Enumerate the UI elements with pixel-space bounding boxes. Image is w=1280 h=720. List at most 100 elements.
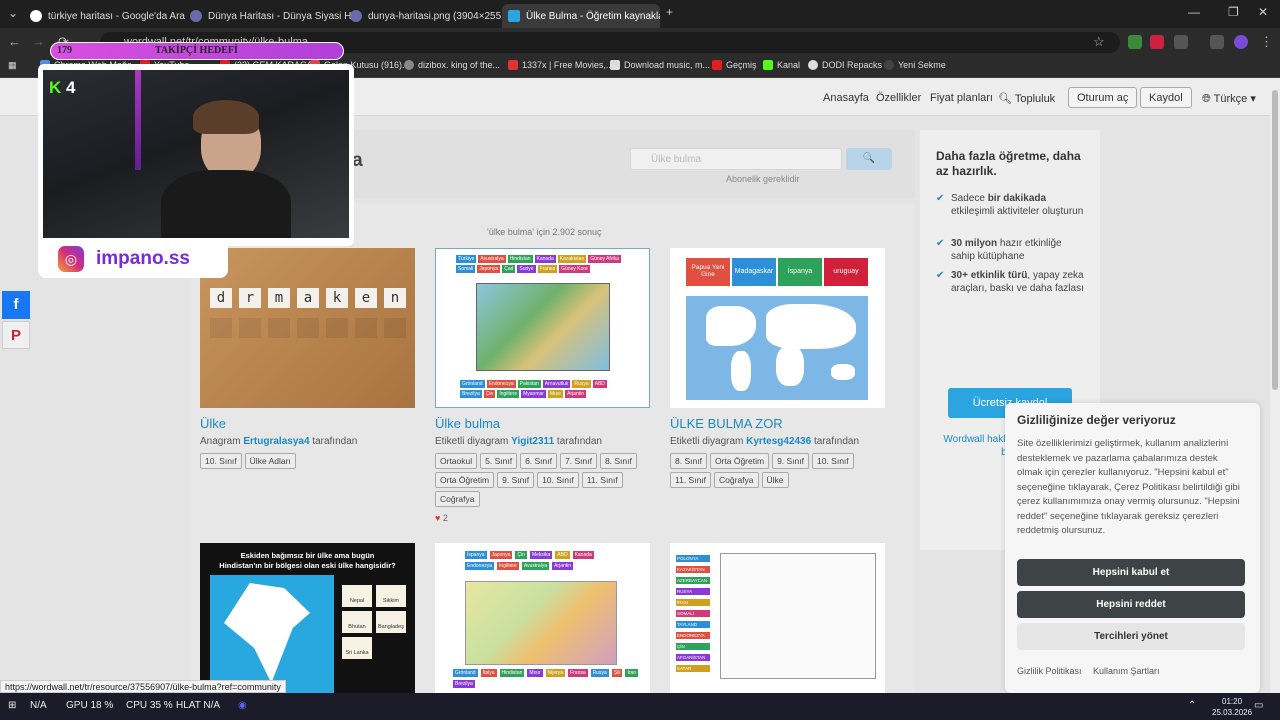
label-row: Türkiye Avustralya Hindistan Kanada Kazakist… [456, 255, 631, 273]
profile-avatar[interactable] [1234, 35, 1248, 49]
tab-google[interactable]: türkiye haritası - Google'da Ara✕ [24, 4, 194, 28]
search-icon: 🔍︎ [998, 93, 1012, 105]
letter-tile: a [297, 288, 319, 308]
extension-icon[interactable] [1150, 35, 1164, 49]
webcam-feed: K 4 [43, 70, 349, 238]
new-tab-icon[interactable]: + [666, 5, 673, 19]
restore-icon[interactable]: ❐ [1228, 5, 1239, 19]
result-card[interactable]: POLONYA KAZAKİSTAN AZERBAYCAN RUSYA İRAN SOMA… [670, 543, 885, 693]
register-button[interactable]: Kaydol [1140, 87, 1192, 108]
answer-option: Bhutan [342, 611, 372, 633]
result-card[interactable]: Papua Yeni Gine Madagaskar İspanya urugu… [670, 248, 885, 488]
search-input[interactable]: Ülke bulma [630, 148, 842, 170]
tag[interactable]: Coğrafya [714, 472, 759, 488]
pinterest-share-icon[interactable]: P [2, 321, 30, 349]
nav-pricing[interactable]: Fiyat planları [930, 92, 993, 104]
menu-icon[interactable]: ⋮ [1260, 34, 1273, 50]
tag[interactable]: 8. Sınıf [599, 453, 637, 469]
bookmark-item[interactable]: Geçmiş [712, 60, 757, 70]
map-label: Güney Kore [559, 265, 590, 273]
manage-preferences-button[interactable]: Tercihleri yönet [1017, 623, 1245, 650]
windows-icon[interactable]: ⊞ [8, 700, 16, 711]
window-close-icon[interactable]: ✕ [1258, 5, 1268, 19]
tag[interactable]: 10. Sınıf [200, 453, 242, 469]
map-label: Kanada [572, 551, 594, 559]
taskbar-stat: GPU 18 % [66, 700, 114, 711]
bookmark-item[interactable]: 1337x | Free Movies,... [508, 60, 613, 70]
nav-features[interactable]: Özellikler [876, 92, 921, 104]
result-card[interactable]: Türkiye Avustralya Hindistan Kanada Kazakist… [435, 248, 650, 523]
bookmark-item[interactable]: Kanal [763, 60, 800, 70]
extension-icon[interactable] [1128, 35, 1142, 49]
tag[interactable]: Orta Öğretim [435, 472, 495, 488]
tag[interactable]: Ülke [761, 472, 789, 488]
nav-community[interactable]: 🔍︎ Topluluk [998, 92, 1055, 105]
tag[interactable]: 11. Sınıf [581, 472, 623, 488]
card-thumbnail[interactable]: Türkiye Avustralya Hindistan Kanada Kazakist… [435, 248, 650, 408]
download-icon[interactable] [1210, 35, 1224, 49]
accept-all-button[interactable]: Hepsini kabul et [1017, 559, 1245, 586]
notification-icon[interactable]: ▭ [1254, 700, 1263, 711]
card-title[interactable]: Ülke [200, 416, 415, 431]
nav-home[interactable]: Anasayfa [823, 92, 869, 104]
tray-chevron-icon[interactable]: ⌃ [1188, 700, 1196, 711]
discord-icon[interactable]: ◉ [238, 700, 247, 711]
map-label: Myanmar [521, 390, 546, 398]
letter-tile: d [210, 288, 232, 308]
result-card[interactable]: Eskiden bağımsız bir ülke ama bugün Hindi… [200, 543, 415, 693]
author-link[interactable]: Yigit2311 [511, 436, 554, 447]
bookmark-item[interactable]: DODI Repacks [808, 60, 882, 70]
privacy-policy-link[interactable]: Gizlilik Politikası [1017, 666, 1082, 676]
clock: 01:20 25.03.2026 [1212, 697, 1253, 717]
apps-icon[interactable]: ▦ [8, 60, 17, 71]
tag[interactable]: 10. Sınıf [537, 472, 579, 488]
result-card[interactable]: İspanya Japonya Çin Meksika ABD Kanada Endonez… [435, 543, 650, 693]
bookmark-item[interactable]: dizibox. king of the... [404, 60, 500, 70]
card-thumbnail[interactable]: POLONYA KAZAKİSTAN AZERBAYCAN RUSYA İRAN SOMA… [670, 543, 885, 693]
card-thumbnail[interactable]: Eskiden bağımsız bir ülke ama bugün Hindi… [200, 543, 415, 693]
tab-png[interactable]: dunya-haritasi.png (3904×2551)✕ [344, 4, 514, 28]
facebook-share-icon[interactable]: f [2, 291, 30, 319]
map-label: Pakistan [517, 380, 541, 388]
author-link[interactable]: Ertugralasya4 [243, 436, 309, 447]
tag[interactable]: Orta Öğretim [709, 453, 770, 469]
tab-search-icon[interactable]: ⌄ [8, 6, 18, 20]
card-thumbnail[interactable]: İspanya Japonya Çin Meksika ABD Kanada Endonez… [435, 543, 650, 693]
back-icon[interactable]: ← [8, 34, 21, 49]
result-card[interactable]: drmaken Ülke Anagram Ertugralasya4 taraf… [200, 248, 415, 469]
bookmark-star-icon[interactable]: ☆ [1093, 34, 1105, 50]
puzzle-icon[interactable] [1174, 35, 1188, 49]
tag[interactable]: 5. Sınıf [480, 453, 518, 469]
card-thumbnail[interactable]: drmaken [200, 248, 415, 408]
map-label: ÇİN [676, 643, 710, 650]
map-label: AFGANİSTAN [676, 654, 710, 661]
tag[interactable]: 8. Sınıf [670, 453, 707, 469]
tag[interactable]: 10. Sınıf [812, 453, 854, 469]
taskbar-stat: CPU 35 % [126, 700, 173, 711]
login-button[interactable]: Oturum aç [1068, 87, 1138, 108]
bookmark-item[interactable]: Yeni Sekme [884, 60, 946, 70]
card-title[interactable]: Ülke bulma [435, 416, 650, 431]
terms-link[interactable]: Kullanım Şartları [1093, 666, 1160, 676]
search-button[interactable]: 🔍 [846, 148, 892, 170]
tab-dunya-haritasi[interactable]: Dünya Haritası - Dünya Siyasi H✕ [184, 4, 354, 28]
page-scrollbar[interactable] [1270, 78, 1280, 693]
bookmark-item[interactable]: Download music, m... [610, 60, 710, 70]
tag[interactable]: 9. Sınıf [772, 453, 809, 469]
card-title[interactable]: ÜLKE BULMA ZOR [670, 416, 885, 431]
tag[interactable]: Ülke Adları [244, 453, 296, 469]
tag[interactable]: 9. Sınıf [497, 472, 535, 488]
tag[interactable]: 7. Sınıf [560, 453, 597, 469]
card-thumbnail[interactable]: Papua Yeni Gine Madagaskar İspanya urugu… [670, 248, 885, 408]
author-link[interactable]: Kyrtesg42436 [746, 436, 811, 447]
forward-icon[interactable]: → [32, 34, 45, 49]
minimize-icon[interactable]: — [1188, 5, 1200, 19]
tab-ulke-bulma[interactable]: Ülke Bulma - Öğretim kaynakları✕ [502, 4, 660, 28]
reject-all-button[interactable]: Hepsini reddet [1017, 591, 1245, 618]
language-select[interactable]: 🌐︎ Türkçe ▾ [1202, 92, 1256, 106]
tag[interactable]: Coğrafya [435, 491, 480, 507]
map-label: Brezilya [453, 680, 475, 688]
tag[interactable]: 11. Sınıf [670, 472, 712, 488]
tag[interactable]: 6. Sınıf [520, 453, 557, 469]
tag[interactable]: Ortaokul [435, 453, 478, 469]
